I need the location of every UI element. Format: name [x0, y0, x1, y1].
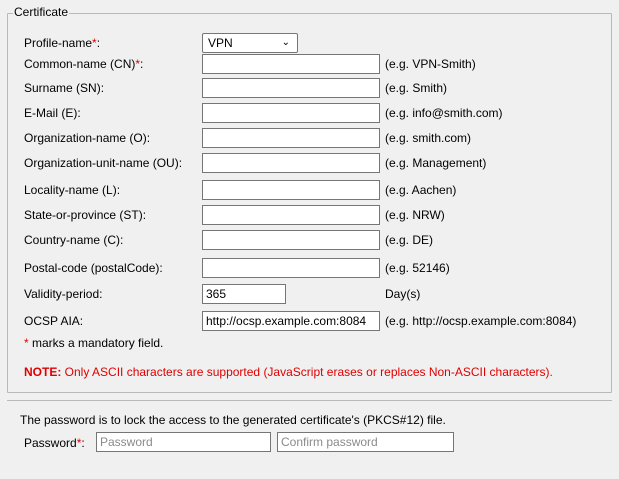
field-label: E-Mail (E):	[24, 106, 81, 120]
password-label-colon: :	[81, 436, 85, 450]
field-label-text: Locality-name (L):	[24, 183, 121, 197]
note-text: Only ASCII characters are supported (Jav…	[61, 365, 553, 379]
field-row: Organization-unit-name (OU): (e.g. Manage…	[0, 153, 619, 173]
field-label-text: Common-name (CN)	[24, 57, 136, 71]
field-label: Surname (SN):	[24, 81, 104, 95]
password-info: The password is to lock the access to th…	[20, 413, 446, 427]
field-label: Common-name (CN)*:	[24, 57, 143, 71]
field-hint: (e.g. Management)	[385, 156, 487, 170]
field-input[interactable]	[202, 128, 380, 148]
password-label: Password*:	[24, 436, 85, 450]
password-input[interactable]	[96, 432, 271, 452]
field-label-colon: :	[96, 36, 101, 50]
field-label: Country-name (C):	[24, 233, 123, 247]
field-row: Validity-period: Day(s)	[0, 284, 619, 304]
field-hint: (e.g. VPN-Smith)	[385, 57, 476, 71]
field-input[interactable]	[202, 54, 380, 74]
field-row: State-or-province (ST): (e.g. NRW)	[0, 205, 619, 225]
field-label: Organization-name (O):	[24, 131, 150, 145]
field-input[interactable]	[202, 284, 286, 304]
field-hint: (e.g. 52146)	[385, 261, 450, 275]
field-label: Organization-unit-name (OU):	[24, 156, 182, 170]
profile-name-select[interactable]: VPN ⌄	[202, 33, 298, 53]
field-row: Country-name (C): (e.g. DE)	[0, 230, 619, 250]
field-label-text: Organization-unit-name (OU):	[24, 156, 183, 170]
field-hint: (e.g. Smith)	[385, 81, 448, 95]
field-label-text: Country-name (C):	[24, 233, 124, 247]
field-hint: Day(s)	[385, 287, 421, 301]
profile-name-value: VPN	[208, 36, 233, 50]
field-row: Profile-name*: VPN ⌄	[0, 33, 619, 53]
field-label-colon: :	[140, 57, 144, 71]
field-hint: (e.g. info@smith.com)	[385, 106, 503, 120]
field-label: Validity-period:	[24, 287, 102, 301]
field-input[interactable]	[202, 205, 380, 225]
field-row: Locality-name (L): (e.g. Aachen)	[0, 180, 619, 200]
field-input[interactable]	[202, 311, 380, 331]
ascii-note: NOTE: Only ASCII characters are supporte…	[24, 365, 553, 379]
field-label-text: Postal-code (postalCode):	[24, 261, 163, 275]
confirm-password-input[interactable]	[277, 432, 454, 452]
field-input[interactable]	[202, 103, 380, 123]
field-hint: (e.g. http://ocsp.example.com:8084)	[385, 314, 577, 328]
mandatory-note: * marks a mandatory field.	[24, 336, 163, 350]
field-label-text: Profile-name	[24, 36, 93, 50]
field-row: E-Mail (E): (e.g. info@smith.com)	[0, 103, 619, 123]
mandatory-note-text: marks a mandatory field.	[28, 336, 164, 350]
field-hint: (e.g. Aachen)	[385, 183, 457, 197]
field-label: OCSP AIA:	[24, 314, 83, 328]
section-divider	[7, 400, 612, 401]
field-row: Organization-name (O): (e.g. smith.com)	[0, 128, 619, 148]
note-label: NOTE:	[24, 365, 62, 379]
field-label-text: Organization-name (O):	[24, 131, 151, 145]
field-label: Profile-name*:	[24, 36, 100, 50]
chevron-down-icon: ⌄	[281, 37, 290, 48]
field-label-text: E-Mail (E):	[24, 106, 81, 120]
certificate-page: Certificate Profile-name*: VPN ⌄ Common-nam…	[0, 0, 619, 479]
field-label-text: Validity-period:	[24, 287, 103, 301]
field-row: Postal-code (postalCode): (e.g. 52146)	[0, 258, 619, 278]
field-hint: (e.g. NRW)	[385, 208, 445, 222]
field-row: Surname (SN): (e.g. Smith)	[0, 78, 619, 98]
field-hint: (e.g. smith.com)	[385, 131, 472, 145]
field-input[interactable]	[202, 153, 380, 173]
field-label-text: OCSP AIA:	[24, 314, 84, 328]
field-input[interactable]	[202, 230, 380, 250]
field-row: Common-name (CN)*: (e.g. VPN-Smith)	[0, 54, 619, 74]
field-label: Locality-name (L):	[24, 183, 120, 197]
field-label-text: Surname (SN):	[24, 81, 105, 95]
field-input[interactable]	[202, 258, 380, 278]
field-hint: (e.g. DE)	[385, 233, 434, 247]
field-label: State-or-province (ST):	[24, 208, 146, 222]
certificate-legend: Certificate	[13, 5, 70, 19]
field-row: OCSP AIA: (e.g. http://ocsp.example.com:8…	[0, 311, 619, 331]
field-input[interactable]	[202, 78, 380, 98]
password-label-text: Password	[24, 436, 77, 450]
field-input[interactable]	[202, 180, 380, 200]
field-label: Postal-code (postalCode):	[24, 261, 163, 275]
field-label-text: State-or-province (ST):	[24, 208, 147, 222]
